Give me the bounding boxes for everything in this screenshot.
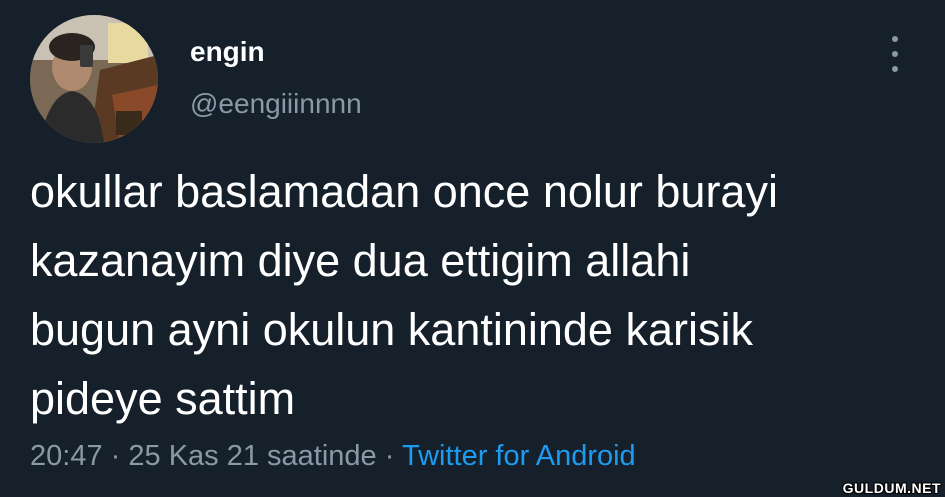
- more-options-button[interactable]: [880, 36, 910, 72]
- tweet-meta: 20:47 · 25 Kas 21 saatinde · Twitter for…: [30, 440, 636, 473]
- user-handle[interactable]: @eengiiinnnn: [190, 88, 362, 120]
- watermark: GULDUM.NET: [842, 480, 941, 496]
- display-name[interactable]: engin: [190, 36, 265, 68]
- profile-photo: [30, 15, 158, 143]
- avatar[interactable]: [30, 15, 158, 143]
- tweet-text: okullar baslamadan once nolur burayi kaz…: [30, 157, 910, 433]
- tweet-line: kazanayim diye dua ettigim allahi: [30, 235, 691, 286]
- tweet-line: pideye sattim: [30, 373, 296, 424]
- more-vertical-icon: [892, 51, 898, 57]
- meta-separator: ·: [384, 440, 395, 472]
- tweet-source-link[interactable]: Twitter for Android: [402, 440, 636, 472]
- tweet-line: okullar baslamadan once nolur burayi: [30, 166, 778, 217]
- tweet-date[interactable]: 25 Kas 21 saatinde: [128, 440, 376, 472]
- tweet-time[interactable]: 20:47: [30, 440, 103, 472]
- more-vertical-icon: [892, 66, 898, 72]
- more-vertical-icon: [892, 36, 898, 42]
- meta-separator: ·: [110, 440, 121, 472]
- tweet-line: bugun ayni okulun kantininde karisik: [30, 304, 753, 355]
